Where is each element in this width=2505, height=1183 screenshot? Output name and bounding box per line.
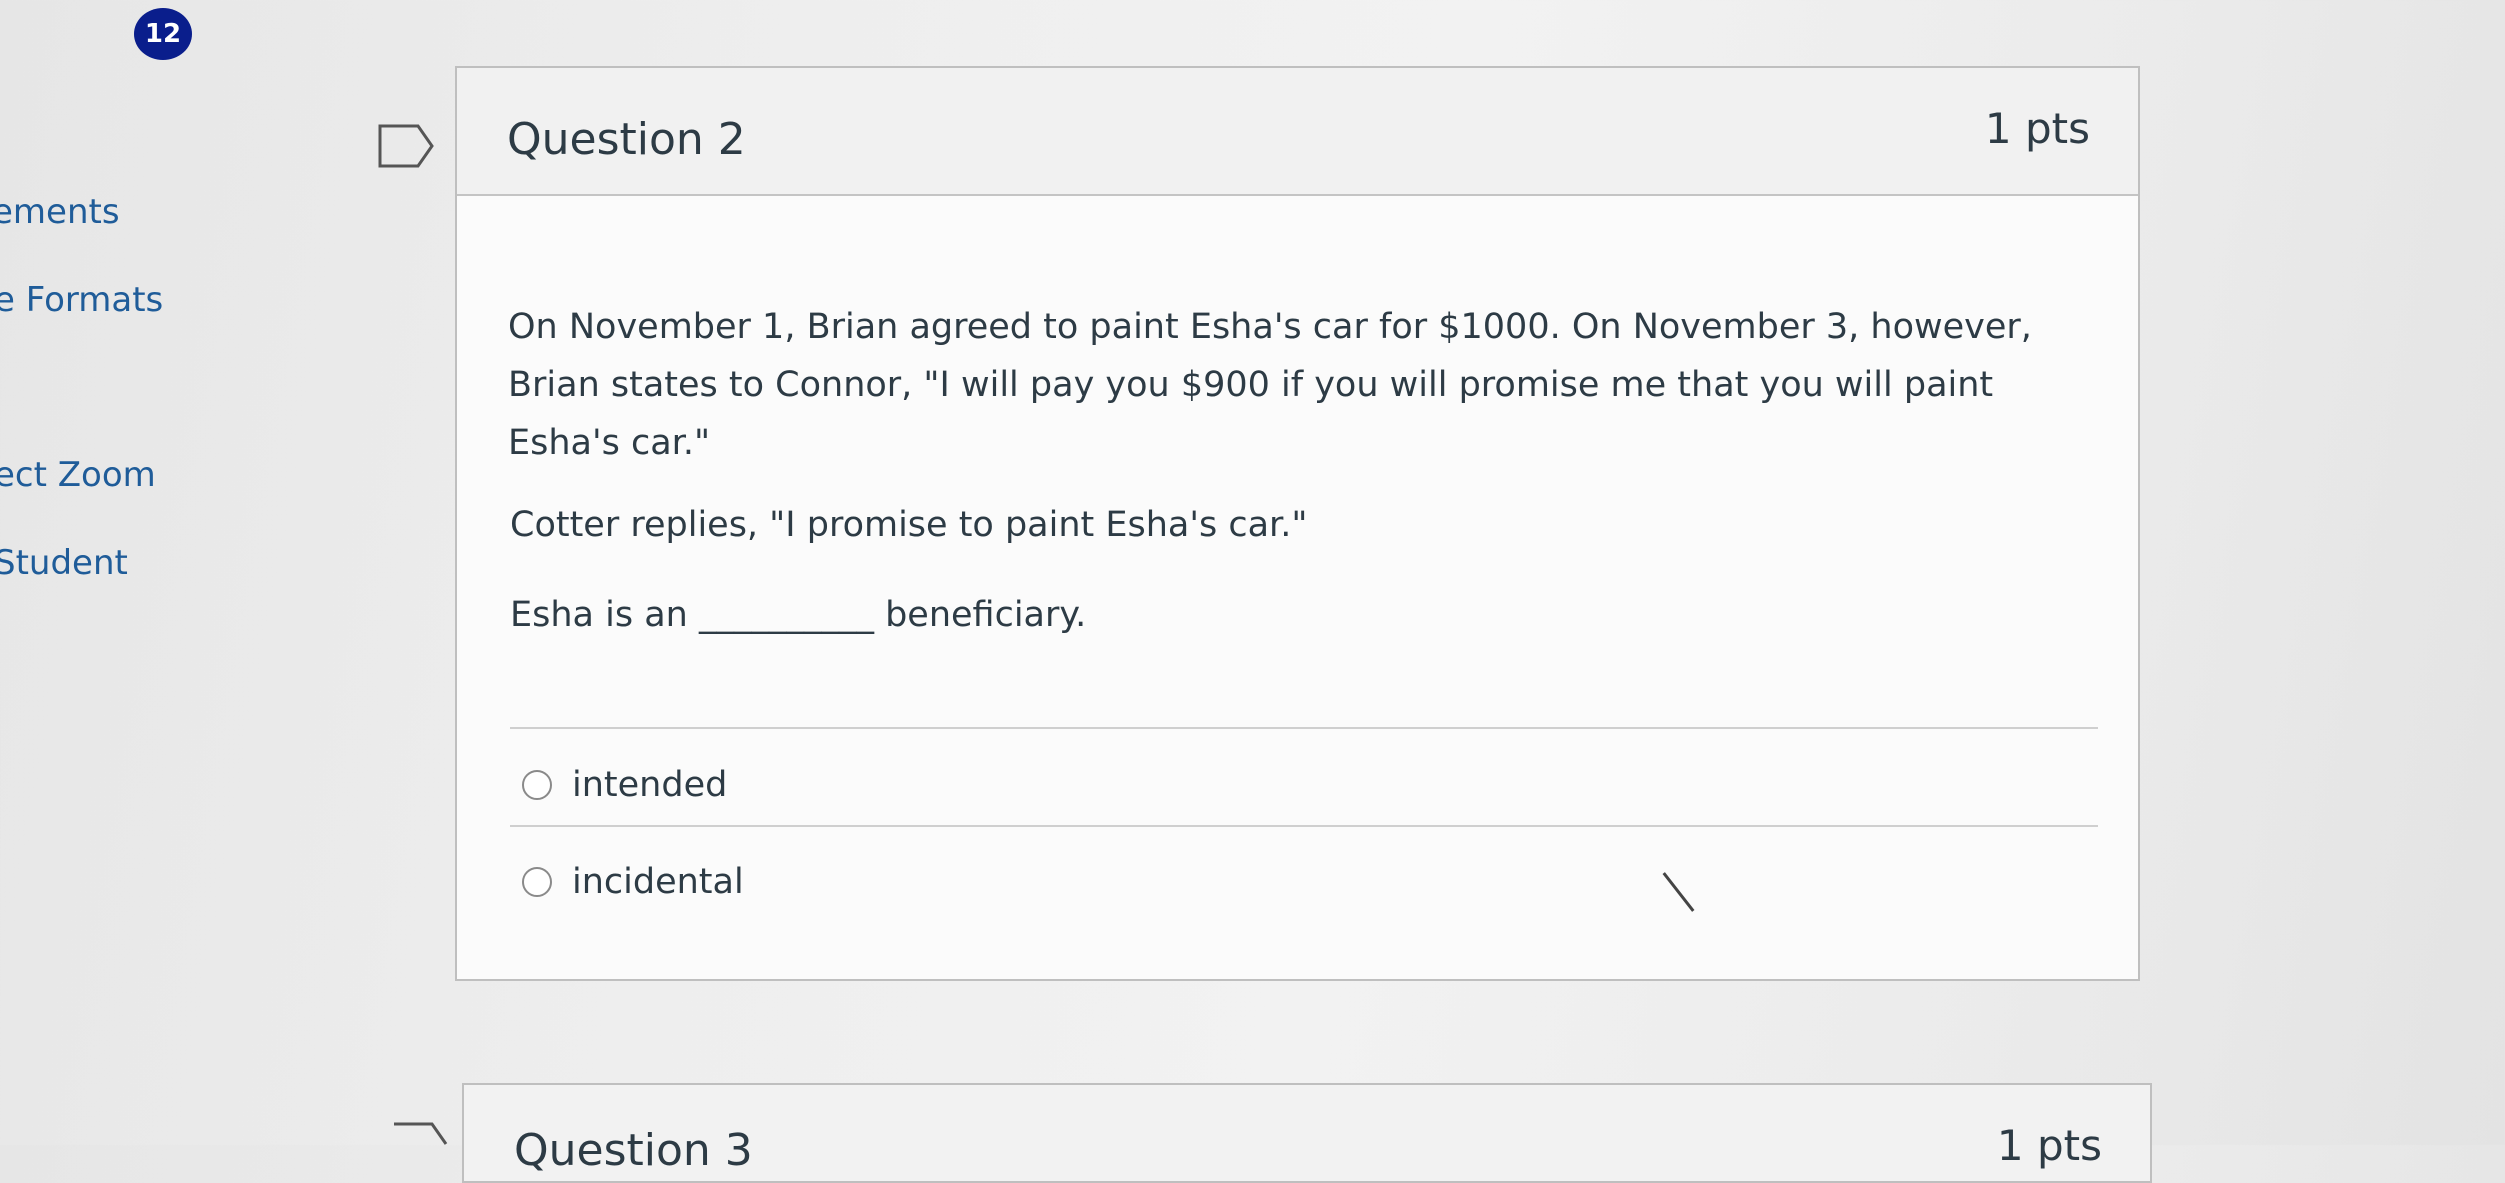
question-points: 1 pts (1984, 104, 2090, 153)
question-paragraph-3: Esha is an __________ beneficiary. (510, 595, 1087, 635)
answer-divider (510, 825, 2098, 827)
sidebar-item-student[interactable]: Student (0, 543, 128, 583)
question-paragraph-2: Cotter replies, "I promise to paint Esha… (510, 505, 1308, 545)
answer-option-intended[interactable]: intended (522, 765, 727, 805)
answer-label: incidental (572, 862, 744, 902)
question-paragraph-1: On November 1, Brian agreed to paint Esh… (508, 307, 2032, 463)
sidebar-item-announcements[interactable]: ements (0, 192, 120, 232)
answer-option-incidental[interactable]: incidental (522, 862, 744, 902)
notification-badge: 12 (134, 8, 192, 60)
sidebar-item-alternative-formats[interactable]: e Formats (0, 280, 163, 320)
question-title: Question 2 (507, 114, 746, 165)
radio-button[interactable] (522, 867, 552, 897)
answer-label: intended (572, 765, 728, 805)
flag-question-icon[interactable] (378, 124, 434, 168)
radio-button[interactable] (522, 770, 552, 800)
question-text: On November 1, Brian agreed to paint Esh… (508, 298, 2108, 472)
flag-question-icon[interactable] (392, 1122, 448, 1152)
next-question-points: 1 pts (1996, 1121, 2102, 1170)
sidebar-item-redirect-zoom[interactable]: ect Zoom (0, 455, 156, 495)
question-header: Question 2 1 pts (457, 68, 2138, 196)
answer-divider (510, 727, 2098, 729)
next-question-title: Question 3 (514, 1125, 753, 1176)
next-question-card: Question 3 1 pts (462, 1083, 2152, 1183)
